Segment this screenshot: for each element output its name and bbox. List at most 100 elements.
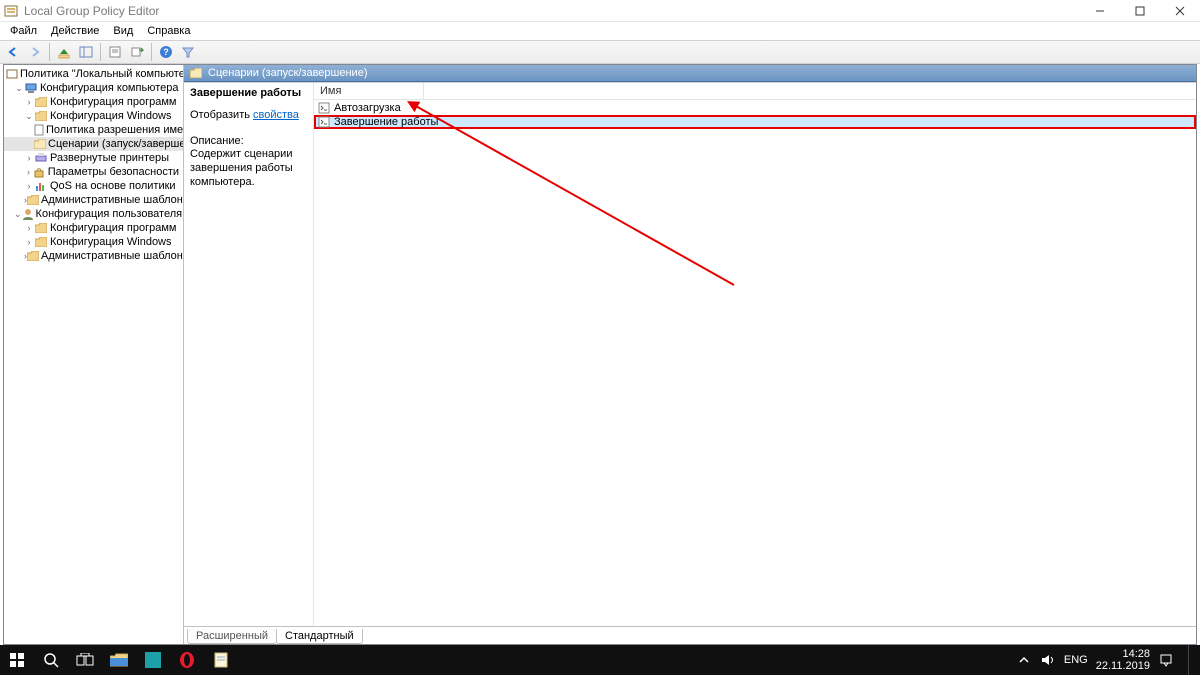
window-buttons [1080,0,1200,22]
tree-label: Конфигурация Windows [50,110,172,122]
clock[interactable]: 14:28 22.11.2019 [1096,648,1150,672]
expander-icon[interactable]: ⌄ [24,111,34,122]
explorer-icon[interactable] [102,645,136,675]
column-name[interactable]: Имя [314,83,424,99]
tree-admin-templates-c[interactable]: › Административные шаблоны [4,193,183,207]
export-button[interactable] [127,42,147,62]
computer-icon [24,82,38,94]
tree-label: Конфигурация программ [50,96,176,108]
tree-software-settings-u[interactable]: › Конфигурация программ [4,221,183,235]
menu-file[interactable]: Файл [4,24,43,38]
notepad-icon[interactable] [204,645,238,675]
close-button[interactable] [1160,0,1200,22]
taskbar: ENG 14:28 22.11.2019 [0,645,1200,675]
help-button[interactable]: ? [156,42,176,62]
tree-label: Сценарии (запуск/завершение) [48,138,184,150]
tree-label: Административные шаблоны [41,250,184,262]
tree-label: Конфигурация Windows [50,236,172,248]
expander-icon[interactable]: ⌄ [14,83,24,94]
minimize-button[interactable] [1080,0,1120,22]
folder-icon [27,194,39,206]
expander-icon[interactable]: › [24,153,34,163]
tree-label: Параметры безопасности [48,166,179,178]
svg-text:?: ? [163,47,169,57]
menu-view[interactable]: Вид [107,24,139,38]
opera-icon[interactable] [170,645,204,675]
taskbar-left [0,645,238,675]
policy-icon [6,68,18,80]
show-hide-tree-button[interactable] [76,42,96,62]
search-button[interactable] [34,645,68,675]
tree-software-settings[interactable]: › Конфигурация программ [4,95,183,109]
expander-icon[interactable]: ⌄ [14,209,22,220]
detail-title: Завершение работы [190,87,307,99]
script-icon [318,102,330,114]
user-icon [22,208,34,220]
expander-icon[interactable]: › [24,97,34,107]
tree-admin-templates-u[interactable]: › Административные шаблоны [4,249,183,263]
tabs-footer: Расширенный Стандартный [184,626,1196,644]
menubar: Файл Действие Вид Справка [0,22,1200,40]
tree-qos[interactable]: › QoS на основе политики [4,179,183,193]
tree-computer-config[interactable]: ⌄ Конфигурация компьютера [4,81,183,95]
maximize-button[interactable] [1120,0,1160,22]
task-view-button[interactable] [68,645,102,675]
volume-icon[interactable] [1040,652,1056,668]
right-pane: Сценарии (запуск/завершение) Завершение … [184,65,1196,644]
tree-label: Конфигурация пользователя [36,208,183,220]
expander-icon[interactable]: › [24,223,34,233]
menu-help[interactable]: Справка [141,24,196,38]
scripts-icon [188,65,204,81]
menu-action[interactable]: Действие [45,24,105,38]
window-title: Local Group Policy Editor [24,4,1080,18]
show-desktop-button[interactable] [1188,645,1194,675]
teal-app-icon[interactable] [136,645,170,675]
list-header: Имя [314,83,1196,100]
chart-icon [34,180,48,192]
expander-icon[interactable]: › [24,167,33,177]
back-button[interactable] [3,42,23,62]
right-header: Сценарии (запуск/завершение) [184,65,1196,82]
tree-deployed-printers[interactable]: › Развернутые принтеры [4,151,183,165]
titlebar: Local Group Policy Editor [0,0,1200,22]
properties-link[interactable]: свойства [253,109,299,121]
tree-windows-settings[interactable]: ⌄ Конфигурация Windows [4,109,183,123]
detail-show-label: Отобразить [190,109,250,121]
tab-standard[interactable]: Стандартный [276,629,363,644]
clock-date: 22.11.2019 [1096,660,1150,672]
expander-icon[interactable]: › [24,237,34,247]
tree-name-resolution[interactable]: Политика разрешения имен [4,123,183,137]
list-item-startup[interactable]: Автозагрузка [314,101,1196,115]
detail-show: Отобразить свойства [190,109,307,121]
up-button[interactable] [54,42,74,62]
list-pane[interactable]: Имя Автозагрузка Завершение работы [314,83,1196,626]
tree-label: Конфигурация программ [50,222,176,234]
tree-pane[interactable]: Политика "Локальный компьютер" ⌄ Конфигу… [4,65,184,644]
tree-user-config[interactable]: ⌄ Конфигурация пользователя [4,207,183,221]
properties-button[interactable] [105,42,125,62]
tree-root[interactable]: Политика "Локальный компьютер" [4,67,183,81]
tree-windows-settings-u[interactable]: › Конфигурация Windows [4,235,183,249]
toolbar-separator-3 [151,43,152,61]
tray-chevron-icon[interactable] [1016,652,1032,668]
right-header-title: Сценарии (запуск/завершение) [208,67,367,79]
forward-button[interactable] [25,42,45,62]
clock-time: 14:28 [1096,648,1150,660]
filter-button[interactable] [178,42,198,62]
tree-security-settings[interactable]: › Параметры безопасности [4,165,183,179]
tree-label: Развернутые принтеры [50,152,169,164]
taskbar-right: ENG 14:28 22.11.2019 [1016,645,1200,675]
language-indicator[interactable]: ENG [1064,654,1088,666]
list-item-shutdown[interactable]: Завершение работы [314,115,1196,129]
start-button[interactable] [0,645,34,675]
toolbar-separator [49,43,50,61]
tab-extended[interactable]: Расширенный [187,629,277,644]
tree-scripts[interactable]: Сценарии (запуск/завершение) [4,137,183,151]
list-item-label: Автозагрузка [334,102,401,114]
detail-desc-label: Описание: [190,135,307,147]
notifications-icon[interactable] [1158,652,1174,668]
printer-icon [34,152,48,164]
app-body: Политика "Локальный компьютер" ⌄ Конфигу… [3,64,1197,645]
list-body: Автозагрузка Завершение работы [314,100,1196,129]
expander-icon[interactable]: › [24,181,34,191]
